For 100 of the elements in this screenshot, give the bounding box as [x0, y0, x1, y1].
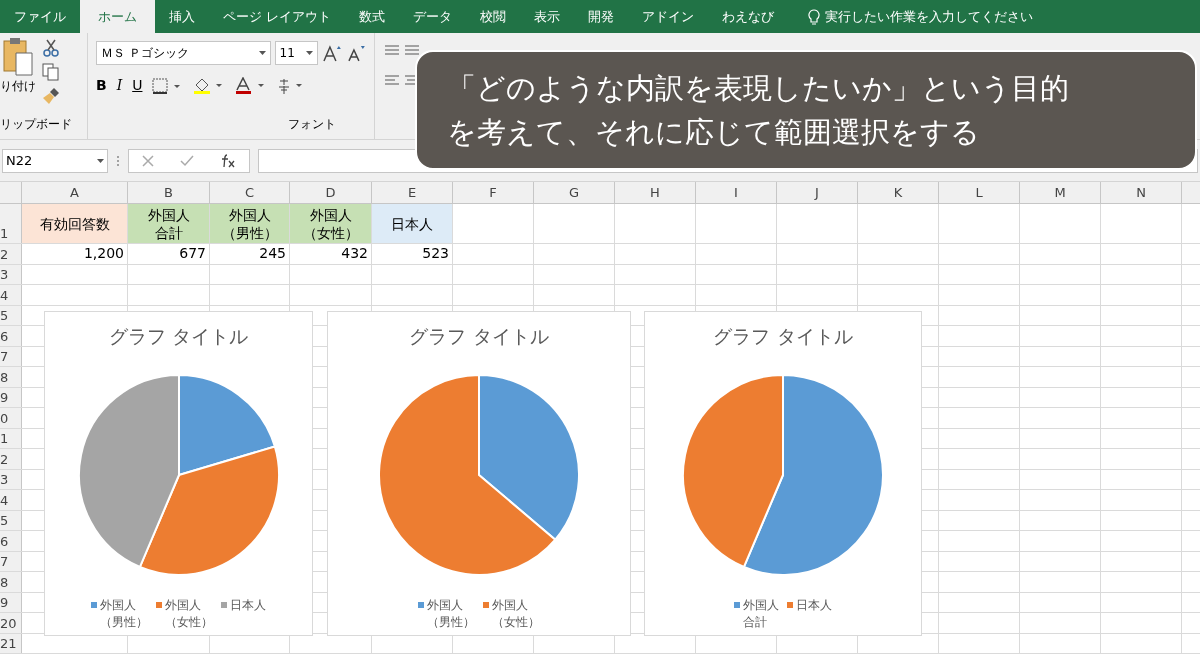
row-header[interactable]: 1	[0, 204, 22, 243]
legend-label: 外国人（女性）	[492, 596, 540, 631]
row-header[interactable]: 4	[0, 490, 22, 510]
font-color-icon[interactable]	[234, 76, 267, 95]
legend-marker-icon	[734, 601, 740, 608]
caret-icon[interactable]	[258, 51, 266, 55]
column-header[interactable]: B	[128, 182, 210, 203]
group-label: フォント	[288, 116, 336, 133]
row-header[interactable]: 3	[0, 264, 22, 284]
checkmark-icon[interactable]	[180, 154, 194, 167]
font-name-dropdown[interactable]: ＭＳ Ｐゴシック	[96, 41, 271, 65]
table-cell: 日本人	[372, 204, 453, 243]
name-box[interactable]: N22	[2, 148, 108, 173]
row-header[interactable]: 20	[0, 613, 22, 633]
legend-marker-icon	[156, 601, 162, 608]
fill-color-icon[interactable]	[192, 76, 225, 95]
ribbon-tab[interactable]: 表示	[520, 0, 575, 33]
paste-button[interactable]: り付け	[0, 77, 36, 95]
row-header[interactable]: 8	[0, 572, 22, 592]
column-header[interactable]: I	[696, 182, 777, 203]
paintbrush-icon[interactable]	[42, 87, 60, 105]
table-cell: 432	[290, 244, 372, 264]
legend-marker-icon	[418, 601, 424, 608]
ribbon-tab[interactable]: 開発	[574, 0, 629, 33]
column-header[interactable]: N	[1101, 182, 1182, 203]
ribbon-tab[interactable]: データ	[399, 0, 467, 33]
copy-icon[interactable]	[42, 63, 62, 81]
column-header[interactable]: G	[534, 182, 615, 203]
ribbon-tab[interactable]: アドイン	[628, 0, 709, 33]
row-header[interactable]: 0	[0, 408, 22, 428]
row-header[interactable]: 7	[0, 346, 22, 366]
borders-icon[interactable]	[152, 77, 183, 94]
legend-marker-icon	[787, 601, 793, 608]
ribbon-tab[interactable]: 校閲	[466, 0, 521, 33]
font-size-dropdown[interactable]: 11	[274, 41, 319, 65]
row-header[interactable]: 2	[0, 244, 22, 264]
table-cell: 外国人（男性）	[210, 204, 290, 243]
column-header[interactable]: C	[210, 182, 290, 203]
legend-label: 日本人	[796, 596, 832, 614]
underline-button[interactable]: U	[132, 75, 143, 96]
table-cell: 245	[210, 244, 290, 264]
grow-font-icon[interactable]	[322, 44, 343, 62]
group-label: リップボード	[0, 116, 72, 133]
legend-label: 外国人（男性）	[100, 596, 148, 631]
row-header[interactable]: 6	[0, 531, 22, 551]
caption-text: を考えて、それに応じて範囲選択をする	[447, 114, 981, 151]
row-header[interactable]: 9	[0, 592, 22, 612]
table-cell: 外国人合計	[128, 204, 210, 243]
legend-label: 外国人（女性）	[165, 596, 213, 631]
caret-icon[interactable]	[306, 51, 314, 55]
bold-button[interactable]: B	[96, 75, 107, 96]
tell-me-field[interactable]: 実行したい作業を入力してください	[825, 6, 1034, 27]
row-header[interactable]: 5	[0, 510, 22, 530]
caret-icon[interactable]	[97, 158, 104, 163]
row-header[interactable]: 7	[0, 551, 22, 571]
column-header[interactable]: E	[372, 182, 453, 203]
function-icon[interactable]	[220, 153, 236, 168]
table-cell: 有効回答数	[22, 204, 128, 243]
row-header[interactable]: 5	[0, 305, 22, 325]
scissors-icon[interactable]	[42, 39, 60, 57]
row-header[interactable]: 21	[0, 633, 22, 653]
table-cell: 677	[128, 244, 210, 264]
legend-marker-icon	[91, 601, 97, 608]
table-cell: 523	[372, 244, 453, 264]
ribbon-tab[interactable]: ページ レイアウト	[209, 0, 346, 33]
column-header[interactable]: H	[615, 182, 696, 203]
legend-label: 外国人（男性）	[427, 596, 475, 631]
column-header[interactable]: K	[858, 182, 939, 203]
legend-label: 日本人	[230, 596, 266, 614]
column-header[interactable]: J	[777, 182, 858, 203]
table-cell: 外国人（女性）	[290, 204, 372, 243]
column-header[interactable]: F	[453, 182, 534, 203]
chart-title: グラフ タイトル	[108, 324, 248, 349]
more-options-icon	[116, 153, 120, 168]
caption-text: 「どのような内訳を表現したいか」という目的	[447, 70, 1070, 107]
chart-title: グラフ タイトル	[713, 324, 853, 349]
column-header[interactable]: A	[22, 182, 128, 203]
row-header[interactable]: 4	[0, 285, 22, 305]
legend-label: 外国人合計	[743, 596, 779, 631]
row-header[interactable]: 6	[0, 326, 22, 346]
chart-title: グラフ タイトル	[409, 324, 549, 349]
column-header[interactable]: D	[290, 182, 372, 203]
column-header[interactable]: L	[939, 182, 1020, 203]
row-header[interactable]: 9	[0, 387, 22, 407]
legend-marker-icon	[221, 601, 227, 608]
lightbulb-icon	[808, 8, 821, 25]
table-cell: 1,200	[22, 244, 128, 264]
italic-button[interactable]: I	[116, 75, 123, 96]
row-header[interactable]: 8	[0, 367, 22, 387]
ribbon-tab[interactable]: 挿入	[155, 0, 209, 33]
paste-icon[interactable]	[0, 37, 36, 77]
ribbon-tab[interactable]: ファイル	[0, 0, 80, 33]
column-header[interactable]: M	[1020, 182, 1101, 203]
ribbon-tab[interactable]: ホーム	[80, 0, 155, 33]
row-header[interactable]: 2	[0, 449, 22, 469]
ribbon-tab[interactable]: わえなび	[708, 0, 789, 33]
row-header[interactable]: 3	[0, 469, 22, 489]
shrink-font-icon[interactable]	[346, 44, 366, 62]
row-header[interactable]: 1	[0, 428, 22, 448]
ribbon-tab[interactable]: 数式	[345, 0, 400, 33]
